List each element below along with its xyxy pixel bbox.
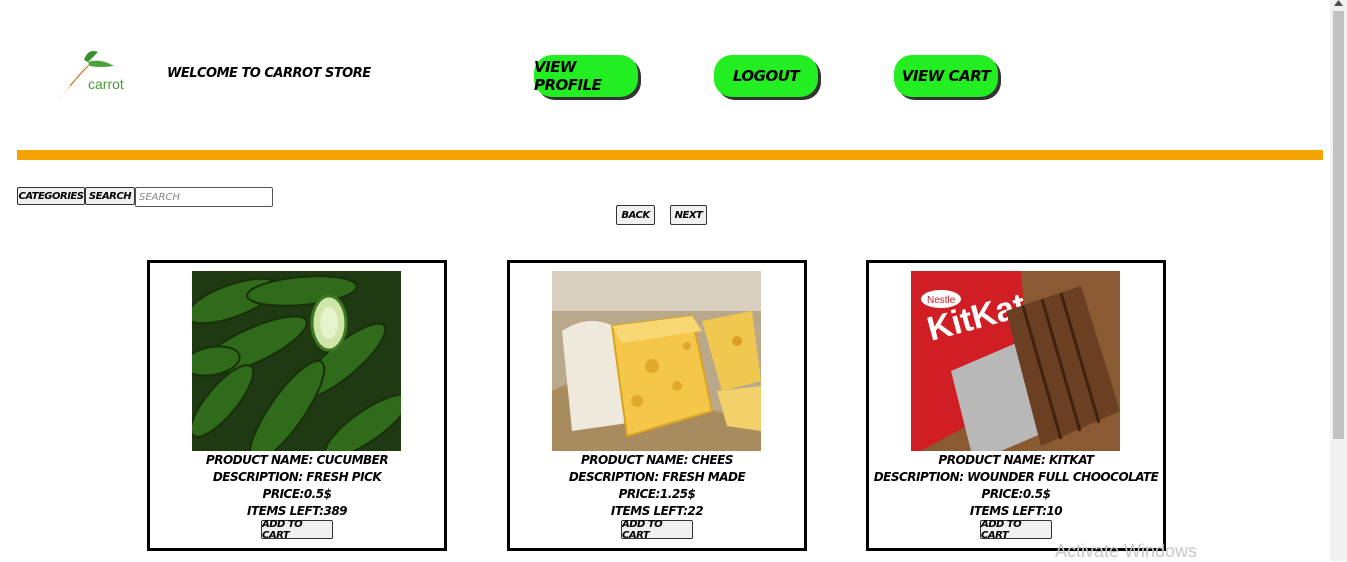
activate-windows-watermark: Activate Windows [1055,541,1198,561]
product-name: PRODUCT NAME: CUCUMBER [205,453,389,467]
welcome-text: WELCOME TO CARROT STORE [167,66,371,81]
cucumber-image [192,271,401,451]
carrot-logo: carrot [54,46,134,104]
view-cart-button[interactable]: VIEW CART [894,55,998,97]
product-price: PRICE:0.5$ [981,487,1051,501]
product-items-left: ITEMS LEFT:389 [246,504,348,518]
product-items-left: ITEMS LEFT:22 [610,504,704,518]
logo-text: carrot [88,76,124,92]
logout-button[interactable]: LOGOUT [714,55,818,97]
product-description: DESCRIPTION: FRESH PICK [212,470,382,484]
product-card: PRODUCT NAME: CUCUMBER DESCRIPTION: FRES… [147,260,447,551]
add-to-cart-button[interactable]: ADD TO CART [621,519,693,541]
vertical-scrollbar[interactable] [1330,0,1347,561]
product-name: PRODUCT NAME: CHEES [581,453,733,467]
kitkat-maker-text: Nestle [927,295,956,306]
product-card: KitKat Nestle PRODUCT NAME: KITKAT DESCR… [866,260,1166,551]
cheese-image [552,271,761,451]
next-button[interactable]: NEXT [670,205,707,225]
product-card: PRODUCT NAME: CHEES DESCRIPTION: FRESH M… [507,260,807,551]
kitkat-image: KitKat Nestle [911,271,1120,451]
add-to-cart-button[interactable]: ADD TO CART [261,519,333,541]
back-button[interactable]: BACK [616,205,655,225]
product-description: DESCRIPTION: WOUNDER FULL CHOOCOLATE [873,470,1159,484]
header-divider [17,150,1323,160]
add-to-cart-button[interactable]: ADD TO CART [980,519,1052,541]
scrollbar-thumb[interactable] [1333,11,1344,439]
view-profile-button[interactable]: VIEW PROFILE [534,55,638,97]
product-price: PRICE:1.25$ [618,487,696,501]
product-items-left: ITEMS LEFT:10 [969,504,1063,518]
search-input[interactable] [135,187,273,207]
search-button[interactable]: SEARCH [85,187,135,205]
scroll-up-arrow-icon[interactable] [1330,0,1347,10]
categories-button[interactable]: CATEGORIES [17,187,85,205]
product-price: PRICE:0.5$ [262,487,332,501]
product-name: PRODUCT NAME: KITKAT [938,453,1094,467]
product-description: DESCRIPTION: FRESH MADE [568,470,746,484]
